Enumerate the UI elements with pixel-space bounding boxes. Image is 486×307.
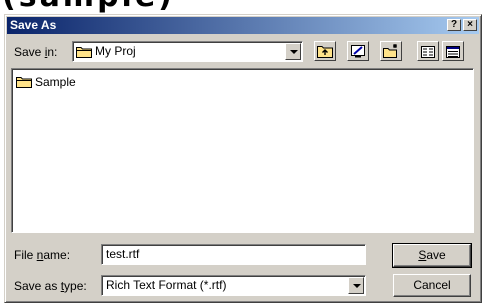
save-in-dropdown-button[interactable] [285, 43, 301, 60]
save-as-type-label: Save as type: [14, 279, 87, 293]
close-icon: × [467, 19, 473, 30]
folder-icon [16, 75, 32, 93]
new-folder-icon [383, 44, 399, 63]
save-button-label: ave [426, 248, 446, 262]
file-name-value: test.rtf [106, 247, 140, 261]
details-view-icon [446, 45, 460, 63]
window-title: Save As [10, 18, 57, 32]
save-in-combo[interactable]: My Proj [72, 41, 303, 62]
new-folder-button[interactable] [380, 41, 402, 61]
file-name-label: File name: [14, 248, 70, 262]
save-as-type-label-prefix: Save as [14, 279, 61, 293]
save-button[interactable]: Save [392, 243, 472, 268]
help-icon: ? [450, 19, 458, 30]
chevron-down-icon [290, 50, 298, 54]
save-as-type-value: Rich Text Format (*.rtf) [106, 278, 227, 292]
background-heading-fragment: (sample) [0, 0, 486, 14]
up-one-level-icon [317, 44, 333, 63]
list-view-icon [421, 45, 435, 63]
list-item-label: Sample [35, 75, 76, 89]
file-name-input[interactable]: test.rtf [101, 244, 366, 265]
chevron-down-icon [353, 284, 361, 288]
save-in-value: My Proj [95, 44, 136, 58]
save-as-type-combo[interactable]: Rich Text Format (*.rtf) [101, 275, 366, 296]
list-view-button[interactable] [417, 41, 439, 61]
cancel-button[interactable]: Cancel [393, 274, 471, 297]
up-one-level-button[interactable] [314, 41, 336, 61]
save-in-label: Save in: [14, 45, 57, 59]
cancel-button-label: Cancel [413, 278, 451, 292]
title-bar[interactable]: Save As ? × [7, 17, 479, 34]
file-name-label-prefix: File [14, 248, 37, 262]
save-as-type-label-suffix: ype: [64, 279, 87, 293]
save-in-label-prefix: Save [14, 45, 45, 59]
close-button[interactable]: × [463, 19, 477, 31]
help-button[interactable]: ? [447, 19, 461, 31]
save-as-dialog: Save As ? × Save in: My Proj Sample File… [4, 14, 482, 303]
desktop-button[interactable] [347, 41, 369, 61]
file-name-label-suffix: ame: [43, 248, 71, 262]
save-in-label-suffix: n: [47, 45, 58, 59]
save-as-type-dropdown-button[interactable] [348, 277, 364, 294]
details-view-button[interactable] [442, 41, 464, 61]
file-list[interactable]: Sample [11, 68, 474, 233]
folder-icon [76, 45, 92, 63]
desktop-icon [350, 44, 366, 63]
